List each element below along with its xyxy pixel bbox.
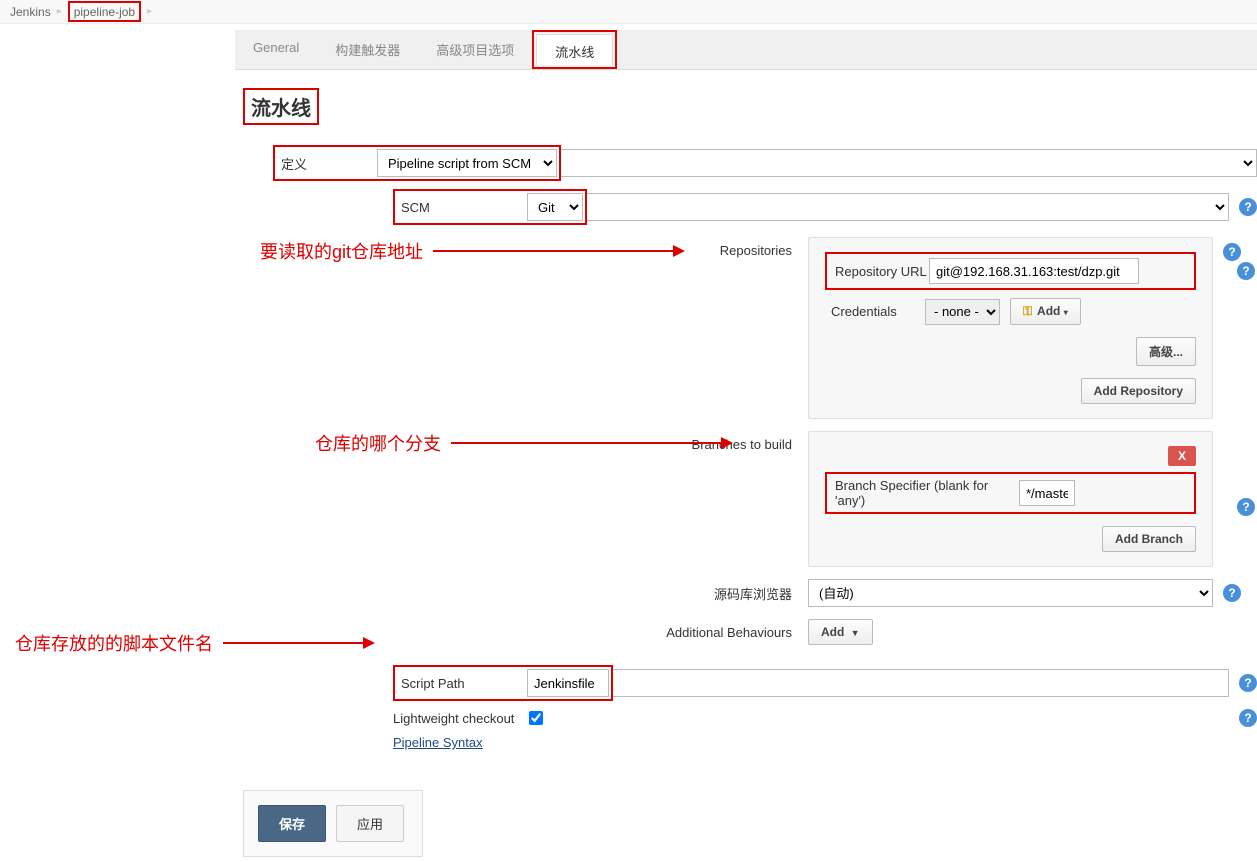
label-definition: 定义 (277, 154, 377, 173)
select-scm-ext[interactable] (587, 193, 1229, 221)
row-lightweight: Lightweight checkout ? (235, 709, 1257, 727)
chevron-right-icon: ▸ (147, 6, 152, 17)
row-scm: SCM Git ? (235, 189, 1257, 225)
label-repositories: Repositories (393, 237, 808, 419)
section-title-pipeline: 流水线 (243, 88, 319, 125)
breadcrumb-root[interactable]: Jenkins (10, 5, 51, 19)
input-branch-spec[interactable] (1019, 480, 1075, 506)
btn-save[interactable]: 保存 (258, 805, 326, 842)
label-scm: SCM (397, 200, 527, 215)
select-credentials[interactable]: - none - (925, 299, 1000, 325)
annotation-branch: 仓库的哪个分支 (315, 430, 731, 456)
label-branch-spec: Branch Specifier (blank for 'any') (829, 478, 1019, 508)
tab-advanced[interactable]: 高级项目选项 (418, 30, 532, 69)
annotation-repo-url: 要读取的git仓库地址 (260, 238, 683, 264)
section-browser: 源码库浏览器 (自动) ? (235, 579, 1257, 607)
btn-add-branch[interactable]: Add Branch (1102, 526, 1196, 552)
label-additional: Additional Behaviours (393, 625, 808, 640)
btn-add-credentials[interactable]: ⚿ Add ▾ (1010, 298, 1081, 325)
tab-bar: General 构建触发器 高级项目选项 流水线 (235, 30, 1257, 70)
btn-delete-branch[interactable]: X (1168, 446, 1196, 466)
breadcrumb: Jenkins ▸ pipeline-job ▸ (0, 0, 1257, 24)
help-icon[interactable]: ? (1237, 262, 1255, 280)
breadcrumb-job[interactable]: pipeline-job (74, 5, 135, 19)
row-definition: 定义 Pipeline script from SCM (235, 145, 1257, 181)
label-lightweight: Lightweight checkout (393, 711, 529, 726)
help-icon[interactable]: ? (1237, 498, 1255, 516)
select-definition[interactable]: Pipeline script from SCM (377, 149, 557, 177)
btn-add-behaviour[interactable]: Add ▼ (808, 619, 873, 645)
btn-apply[interactable]: 应用 (336, 805, 404, 842)
checkbox-lightweight[interactable] (529, 711, 543, 725)
input-script-path[interactable] (527, 669, 609, 697)
caret-down-icon: ▼ (851, 628, 860, 638)
label-browser: 源码库浏览器 (393, 584, 808, 603)
btn-add-repository[interactable]: Add Repository (1081, 378, 1196, 404)
section-additional: Additional Behaviours Add ▼ (235, 619, 1257, 645)
help-icon[interactable]: ? (1223, 584, 1241, 602)
caret-down-icon: ▾ (1064, 308, 1068, 317)
row-pipeline-syntax: Pipeline Syntax (235, 735, 1257, 750)
label-repo-url: Repository URL (829, 264, 929, 279)
input-script-path-ext[interactable] (613, 669, 1229, 697)
section-repositories: Repositories Repository URL ? Credential… (235, 237, 1257, 419)
select-browser[interactable]: (自动) (808, 579, 1213, 607)
key-icon: ⚿ (1023, 304, 1032, 318)
label-script-path: Script Path (397, 676, 527, 691)
chevron-right-icon: ▸ (57, 6, 62, 17)
tab-general[interactable]: General (235, 30, 317, 69)
select-scm[interactable]: Git (527, 193, 583, 221)
help-icon[interactable]: ? (1239, 198, 1257, 216)
btn-advanced[interactable]: 高级... (1136, 337, 1196, 366)
help-icon[interactable]: ? (1239, 674, 1257, 692)
help-icon[interactable]: ? (1223, 243, 1241, 261)
label-credentials: Credentials (825, 304, 925, 319)
help-icon[interactable]: ? (1239, 709, 1257, 727)
row-script-path: Script Path ? (235, 665, 1257, 701)
footer-actions: 保存 应用 (243, 790, 423, 857)
tab-pipeline[interactable]: 流水线 (536, 34, 613, 65)
link-pipeline-syntax[interactable]: Pipeline Syntax (393, 735, 483, 750)
input-repo-url[interactable] (929, 258, 1139, 284)
select-definition-ext[interactable] (561, 149, 1257, 177)
annotation-script: 仓库存放的的脚本文件名 (15, 630, 373, 656)
tab-triggers[interactable]: 构建触发器 (317, 30, 418, 69)
